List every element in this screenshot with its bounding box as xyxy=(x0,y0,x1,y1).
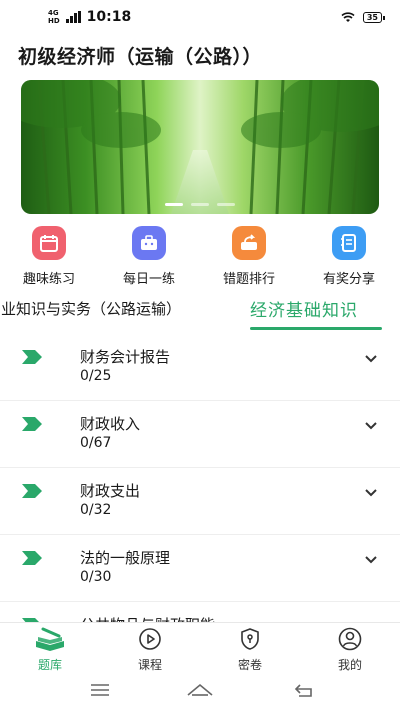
chapter-item[interactable]: 法的一般原理 0/30 xyxy=(0,535,400,602)
chapter-title: 法的一般原理 xyxy=(80,549,171,567)
chapter-progress: 0/67 xyxy=(80,435,112,451)
signal-icon xyxy=(65,11,81,23)
quick-action-label: 每日一练 xyxy=(122,272,175,287)
book-stack-icon xyxy=(36,627,64,651)
bottom-tab-bar: 题库 课程 密卷 我的 xyxy=(0,622,400,674)
arrow-tag-icon xyxy=(22,551,42,565)
tabbar-question-bank[interactable]: 题库 xyxy=(20,627,80,673)
home-icon[interactable] xyxy=(186,682,214,698)
tabbar-label: 题库 xyxy=(37,658,62,672)
wifi-icon xyxy=(341,11,355,22)
carousel-dot[interactable] xyxy=(191,203,209,206)
chapter-title: 公共物品与财政职能 xyxy=(80,614,215,622)
chapter-title: 财政收入 xyxy=(80,415,141,433)
page-title: 初级经济师（运输（公路）） xyxy=(18,46,263,68)
back-icon[interactable] xyxy=(294,682,314,698)
chapter-progress: 0/32 xyxy=(80,502,112,518)
chevron-down-icon[interactable] xyxy=(364,555,378,565)
chevron-down-icon[interactable] xyxy=(364,354,378,364)
calendar-icon xyxy=(32,226,66,260)
tabbar-mine[interactable]: 我的 xyxy=(320,627,380,673)
quick-action-share-reward[interactable]: 有奖分享 xyxy=(309,226,389,287)
quick-action-label: 趣味练习 xyxy=(22,272,75,287)
tab-professional-knowledge[interactable]: 专业知识与实务（公路运输） xyxy=(0,298,181,319)
quick-action-label: 错题排行 xyxy=(222,272,275,287)
banner-carousel[interactable] xyxy=(21,80,379,214)
tabbar-label: 课程 xyxy=(137,658,162,672)
system-nav-bar xyxy=(0,674,400,711)
tabbar-courses[interactable]: 课程 xyxy=(120,627,180,673)
chapter-title: 财务会计报告 xyxy=(80,348,171,366)
status-right: 35 xyxy=(341,11,386,23)
carousel-dots xyxy=(21,203,379,206)
chapter-progress: 0/25 xyxy=(80,368,112,384)
chapter-title: 财政支出 xyxy=(80,482,141,500)
network-sub-label: HD xyxy=(48,17,60,25)
chapter-item[interactable]: 财政收入 0/67 xyxy=(0,401,400,468)
notebook-icon xyxy=(332,226,366,260)
tab-economic-basics[interactable]: 经济基础知识 xyxy=(250,296,358,321)
play-circle-icon xyxy=(139,628,161,650)
bamboo-forest-image xyxy=(21,80,379,214)
chapter-item[interactable]: 财务会计报告 0/25 xyxy=(0,334,400,401)
menu-icon[interactable] xyxy=(90,682,110,698)
tabbar-label: 密卷 xyxy=(237,658,262,672)
carousel-dot[interactable] xyxy=(165,203,183,206)
shield-lock-icon xyxy=(241,628,259,650)
quick-actions: 趣味练习 每日一练 错题排行 有奖分享 xyxy=(0,226,400,288)
chevron-down-icon[interactable] xyxy=(364,488,378,498)
chapter-item[interactable]: 财政支出 0/32 xyxy=(0,468,400,535)
arrow-tag-icon xyxy=(22,417,42,431)
tabbar-label: 我的 xyxy=(337,658,362,672)
chapter-progress: 0/30 xyxy=(80,569,112,585)
arrow-tag-icon xyxy=(22,350,42,364)
status-bar: 4G HD 10:18 35 xyxy=(0,0,400,34)
arrow-tag-icon xyxy=(22,484,42,498)
carousel-dot[interactable] xyxy=(217,203,235,206)
chapter-list: 财务会计报告 0/25 财政收入 0/67 财政支出 0/32 法的一般原理 0… xyxy=(0,334,400,622)
quick-action-wrong-rank[interactable]: 错题排行 xyxy=(209,226,289,287)
chapter-item[interactable]: 公共物品与财政职能 xyxy=(0,602,400,622)
active-tab-indicator xyxy=(250,327,382,330)
battery-icon: 35 xyxy=(362,11,386,23)
status-left: 4G HD 10:18 xyxy=(48,9,131,25)
briefcase-icon xyxy=(132,226,166,260)
quick-action-label: 有奖分享 xyxy=(322,272,375,287)
tabbar-secret-papers[interactable]: 密卷 xyxy=(220,627,280,673)
quick-action-daily[interactable]: 每日一练 xyxy=(109,226,189,287)
user-circle-icon xyxy=(338,627,362,651)
share-box-icon xyxy=(232,226,266,260)
quick-action-fun-practice[interactable]: 趣味练习 xyxy=(9,226,89,287)
chevron-down-icon[interactable] xyxy=(364,421,378,431)
network-label: 4G xyxy=(48,9,59,17)
status-time: 10:18 xyxy=(86,9,132,25)
network-indicator: 4G HD xyxy=(48,9,60,25)
